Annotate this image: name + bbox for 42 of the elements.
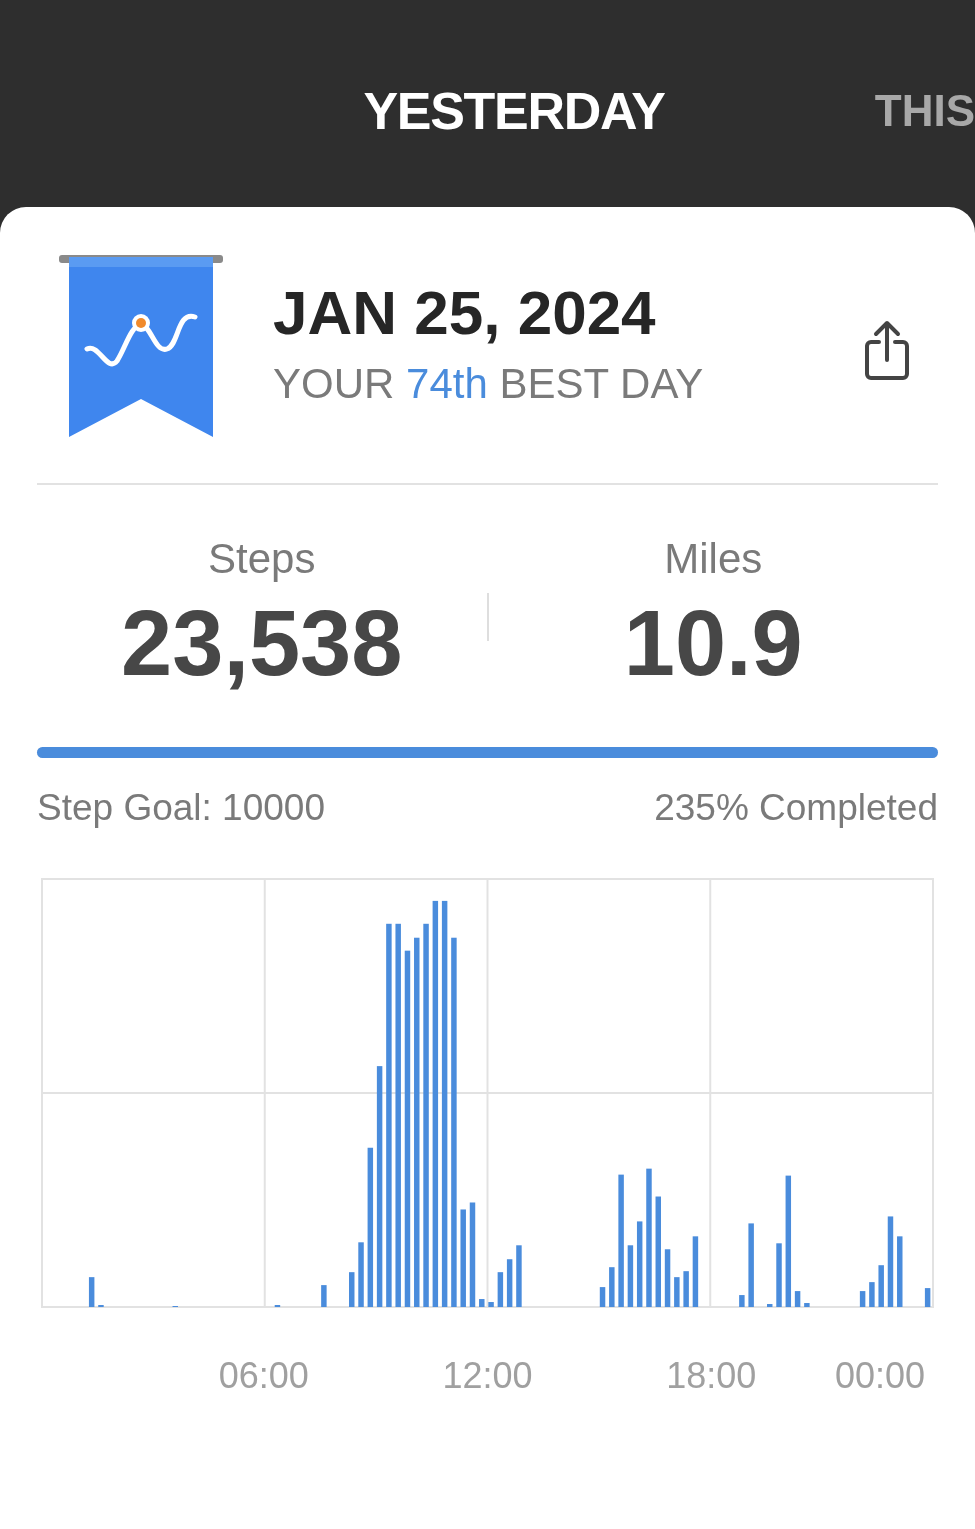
- chart-bar: [488, 1302, 494, 1307]
- chart-bar: [609, 1267, 615, 1307]
- chart-bar: [859, 1291, 866, 1307]
- chart-bar: [358, 1242, 364, 1307]
- ribbon-badge-icon: [59, 253, 223, 439]
- best-day-rank: YOUR 74th BEST DAY: [273, 358, 705, 409]
- share-icon[interactable]: [864, 320, 910, 382]
- stat-value: 23,538: [121, 590, 403, 696]
- time-axis-label: 18:00: [666, 1354, 757, 1398]
- stat-label: Steps: [208, 534, 316, 584]
- tab[interactable]: THIS: [874, 77, 975, 144]
- chart-bar: [683, 1271, 689, 1307]
- chart-bar: [692, 1236, 699, 1307]
- date-title: JAN 25, 2024: [273, 281, 657, 344]
- chart-bar: [506, 1259, 513, 1307]
- chart-bar: [497, 1272, 504, 1307]
- chart-bar: [897, 1236, 903, 1307]
- chart-bar: [878, 1265, 884, 1307]
- completion-label: 235% Completed: [654, 785, 938, 830]
- chart-bar: [924, 1288, 931, 1307]
- chart-bar: [88, 1277, 95, 1307]
- chart-bar: [776, 1243, 782, 1307]
- step-goal-label: Step Goal: 10000: [37, 785, 325, 830]
- stat-label: Miles: [664, 534, 763, 584]
- tab[interactable]: YESTERDAY: [363, 71, 665, 150]
- stat-value: 10.9: [623, 590, 803, 696]
- chart-bar: [349, 1272, 355, 1307]
- chart-bar: [599, 1287, 606, 1307]
- chart-bar: [664, 1249, 671, 1307]
- time-axis-label: 12:00: [442, 1354, 533, 1398]
- chart-bar: [627, 1245, 634, 1307]
- chart-bar: [516, 1245, 522, 1307]
- chart-bar: [767, 1304, 773, 1307]
- chart-bar: [804, 1303, 810, 1307]
- time-axis-label: 00:00: [834, 1354, 925, 1398]
- chart-bar: [869, 1282, 875, 1307]
- chart-bar: [794, 1291, 801, 1307]
- chart-bar: [321, 1285, 327, 1307]
- chart-bar: [674, 1277, 680, 1307]
- chart-bar: [739, 1295, 745, 1307]
- chart-bar: [479, 1299, 485, 1307]
- time-axis-label: 06:00: [218, 1354, 309, 1398]
